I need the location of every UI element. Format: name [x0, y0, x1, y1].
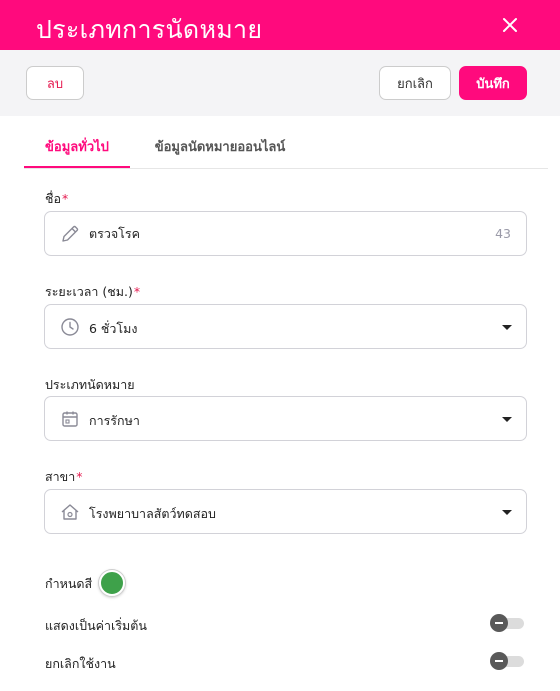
appointment-type-select[interactable]: การรักษา: [44, 396, 527, 441]
chevron-down-icon: [502, 325, 512, 330]
modal-header: ประเภทการนัดหมาย: [0, 0, 560, 50]
set-default-label-text: แสดงเป็นค่าเริ่มต้น: [45, 618, 147, 633]
branch-label: สาขา*: [45, 467, 82, 487]
action-toolbar: ลบ ยกเลิก บันทึก: [0, 50, 560, 116]
name-label-text: ชื่อ: [45, 191, 61, 206]
modal-title: ประเภทการนัดหมาย: [36, 15, 263, 44]
calendar-icon: [62, 411, 78, 427]
set-default-toggle[interactable]: [490, 613, 524, 633]
appointment-type-value: การรักษา: [89, 413, 140, 428]
cancel-button[interactable]: ยกเลิก: [379, 66, 451, 100]
duration-label: ระยะเวลา (ชม.)*: [45, 282, 140, 302]
disable-label: ยกเลิกใช้งาน: [45, 654, 116, 674]
required-marker: *: [133, 284, 141, 299]
close-icon: [503, 18, 517, 32]
tab-general-info[interactable]: ข้อมูลทั่วไป: [24, 126, 130, 168]
branch-select[interactable]: โรงพยาบาลสัตว์ทดสอบ: [44, 489, 527, 534]
set-default-label: แสดงเป็นค่าเริ่มต้น: [45, 616, 147, 636]
required-marker: *: [76, 469, 83, 484]
color-picker-swatch[interactable]: [99, 570, 125, 596]
tab-online-appointment[interactable]: ข้อมูลนัดหมายออนไลน์: [140, 126, 300, 166]
clock-icon: [61, 318, 79, 336]
toggle-knob: [490, 652, 508, 670]
save-button[interactable]: บันทึก: [459, 66, 527, 100]
appointment-type-label: ประเภทนัดหมาย: [45, 375, 135, 395]
delete-button[interactable]: ลบ: [26, 66, 84, 100]
duration-label-text: ระยะเวลา (ชม.): [45, 284, 133, 299]
chevron-down-icon: [502, 417, 512, 422]
house-gear-icon: [61, 504, 79, 520]
char-counter: 43: [495, 226, 511, 241]
branch-value: โรงพยาบาลสัตว์ทดสอบ: [89, 506, 216, 521]
name-field[interactable]: 43: [44, 211, 527, 256]
duration-select[interactable]: 6 ชั่วโมง: [44, 304, 527, 349]
color-label: กำหนดสี: [45, 574, 92, 594]
color-label-text: กำหนดสี: [45, 576, 93, 591]
branch-label-text: สาขา: [45, 469, 76, 484]
tab-bar: ข้อมูลทั่วไป ข้อมูลนัดหมายออนไลน์: [24, 126, 548, 169]
required-marker: *: [62, 191, 69, 206]
name-label: ชื่อ*: [45, 189, 68, 209]
disable-toggle[interactable]: [490, 651, 524, 671]
pencil-icon: [62, 225, 79, 242]
duration-value: 6 ชั่วโมง: [89, 321, 138, 336]
appointment-type-label-text: ประเภทนัดหมาย: [45, 377, 135, 392]
name-input[interactable]: [89, 224, 469, 244]
disable-label-text: ยกเลิกใช้งาน: [45, 656, 116, 671]
close-button[interactable]: [496, 11, 524, 39]
toggle-knob: [490, 614, 508, 632]
chevron-down-icon: [502, 510, 512, 515]
